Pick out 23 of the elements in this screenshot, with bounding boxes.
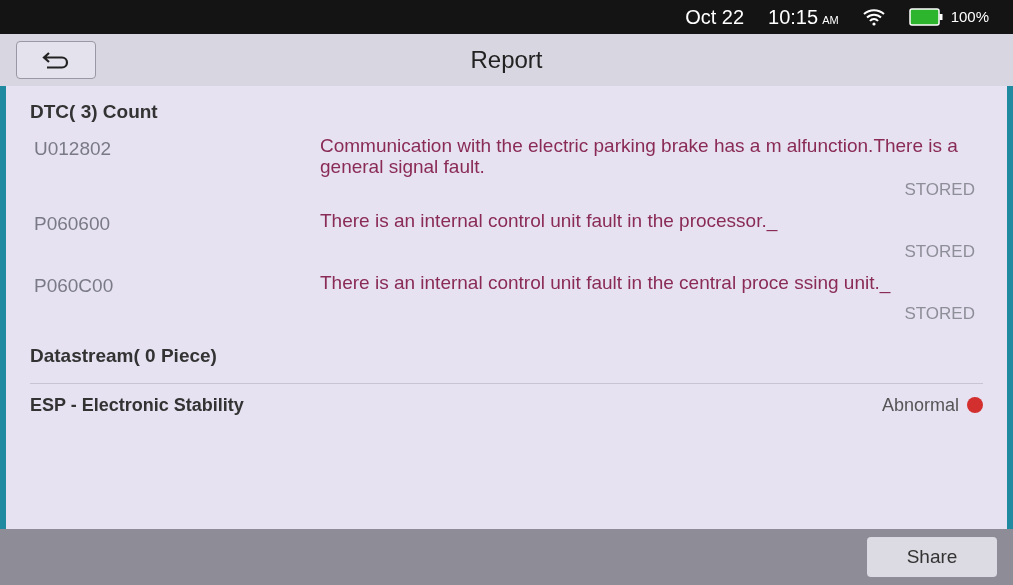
battery-icon	[908, 8, 943, 26]
dtc-status: STORED	[904, 178, 975, 201]
system-name: ESP - Electronic Stability	[30, 393, 245, 417]
status-date: Oct 22	[685, 5, 745, 30]
section-heading: Datastream( 0 Piece)	[30, 342, 983, 384]
page-title: Report	[470, 45, 543, 75]
system-status: Abnormal	[881, 393, 959, 417]
dtc-code: P060C00	[33, 274, 115, 298]
back-button[interactable]	[16, 41, 96, 79]
back-arrow-icon	[41, 50, 71, 70]
dtc-status: STORED	[904, 240, 975, 263]
dtc-description: There is an internal control unit fault in the central proce ssing unit._	[320, 272, 892, 296]
battery-percent: 100%	[950, 6, 989, 27]
dtc-code: U012802	[33, 136, 113, 161]
wifi-icon	[862, 8, 885, 26]
share-button[interactable]: Share	[867, 537, 997, 577]
dtc-code: P060600	[33, 212, 112, 236]
dtc-status: STORED	[904, 302, 975, 325]
dtc-description: There is an internal control unit fault in the processor._	[320, 210, 779, 234]
dtc-description: Communication with the electric parking brake has a m alfunction.There is a general signal fault.	[320, 134, 959, 177]
status-meridiem: AM	[822, 13, 839, 28]
status-time: 10:15	[768, 5, 819, 30]
section-heading: DTC( 3) Count	[30, 100, 159, 124]
